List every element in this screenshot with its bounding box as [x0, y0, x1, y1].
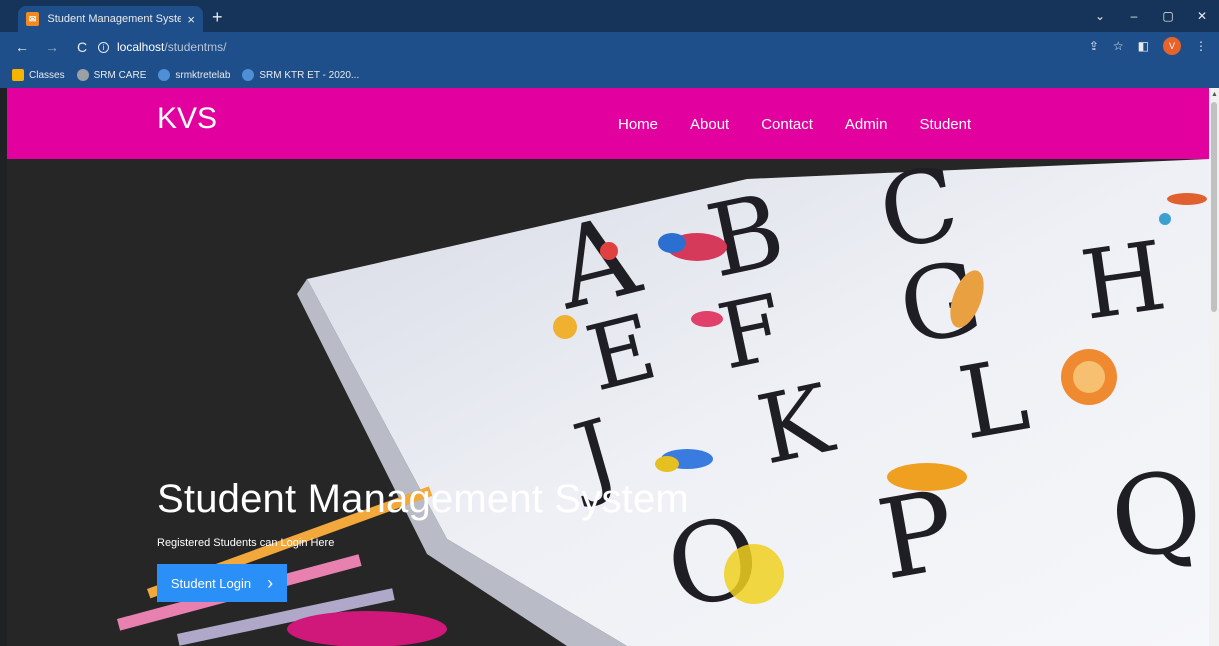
bookmark-srm-care[interactable]: SRM CARE: [76, 69, 147, 81]
tab-favicon-icon: ✉: [26, 12, 40, 26]
browser-toolbar: ← → C i localhost /studentms/ ⇪ ☆ ◧ V ⋮: [0, 32, 1219, 62]
bookmark-label: srmktretelab: [175, 69, 231, 81]
hero-banner: A B C E F G H J K L O P Q Student Manage…: [7, 159, 1209, 646]
url-host: localhost: [117, 40, 165, 54]
site-menu: Home About Contact Admin Student: [618, 116, 971, 133]
cloud-icon: [242, 69, 255, 81]
tab-title: Student Management System || H: [47, 13, 182, 25]
browser-window: ✉ Student Management System || H × + ⌄ –…: [0, 0, 1219, 646]
nav-admin[interactable]: Admin: [845, 116, 888, 133]
nav-student[interactable]: Student: [919, 116, 971, 133]
toolbar-actions: ⇪ ☆ ◧ V ⋮: [1089, 37, 1207, 55]
tab-close-icon[interactable]: ×: [187, 12, 195, 27]
scroll-up-icon[interactable]: ▲: [1211, 91, 1218, 98]
url-path: /studentms/: [164, 40, 227, 54]
forward-icon[interactable]: →: [44, 39, 60, 55]
srm-care-icon: [76, 69, 89, 81]
nav-home[interactable]: Home: [618, 116, 658, 133]
svg-text:Q: Q: [1103, 445, 1209, 584]
close-window-icon[interactable]: ✕: [1185, 0, 1219, 32]
minimize-icon[interactable]: –: [1117, 0, 1151, 32]
scroll-thumb[interactable]: [1211, 102, 1217, 312]
tab-search-icon[interactable]: ⌄: [1083, 0, 1117, 32]
new-tab-icon[interactable]: +: [212, 7, 223, 28]
svg-text:H: H: [1075, 221, 1172, 341]
hero-title: Student Management System: [157, 477, 689, 521]
site-brand[interactable]: KVS: [157, 102, 217, 136]
chevron-right-icon: ›: [267, 572, 274, 593]
student-login-button[interactable]: Student Login ›: [157, 564, 287, 602]
cloud-icon: [158, 69, 171, 81]
hero-subtitle: Registered Students can Login Here: [157, 537, 335, 549]
nav-contact[interactable]: Contact: [761, 116, 813, 133]
share-icon[interactable]: ⇪: [1089, 39, 1099, 53]
browser-tab[interactable]: ✉ Student Management System || H ×: [18, 6, 203, 32]
bookmark-label: SRM CARE: [93, 69, 147, 81]
bookmark-label: Classes: [29, 69, 65, 81]
site-info-icon[interactable]: i: [98, 41, 109, 53]
reload-icon[interactable]: C: [74, 39, 90, 55]
web-page: KVS Home About Contact Admin Student A B…: [7, 88, 1209, 646]
tab-strip: ✉ Student Management System || H × + ⌄ –…: [0, 0, 1219, 32]
profile-avatar[interactable]: V: [1163, 37, 1181, 55]
student-login-label: Student Login: [170, 575, 252, 591]
bookmarks-bar: Classes SRM CARE srmktretelab SRM KTR ET…: [0, 62, 1219, 88]
bookmark-star-icon[interactable]: ☆: [1113, 39, 1124, 53]
classroom-icon: [12, 69, 24, 81]
bookmark-classes[interactable]: Classes: [12, 69, 65, 81]
nav-about[interactable]: About: [690, 116, 729, 133]
page-scrollbar[interactable]: ▲: [1209, 88, 1219, 646]
back-icon[interactable]: ←: [14, 39, 30, 55]
address-bar[interactable]: i localhost /studentms/: [90, 36, 1090, 58]
bookmark-srmktretelab[interactable]: srmktretelab: [158, 69, 230, 81]
window-controls: ⌄ – ▢ ✕: [1083, 0, 1219, 32]
bookmark-label: SRM KTR ET - 2020...: [259, 69, 360, 81]
bookmark-srm-ktr-et[interactable]: SRM KTR ET - 2020...: [242, 69, 359, 81]
maximize-icon[interactable]: ▢: [1151, 0, 1185, 32]
site-navbar: KVS Home About Contact Admin Student: [7, 88, 1209, 159]
menu-kebab-icon[interactable]: ⋮: [1195, 39, 1207, 53]
side-panel-icon[interactable]: ◧: [1138, 39, 1149, 53]
